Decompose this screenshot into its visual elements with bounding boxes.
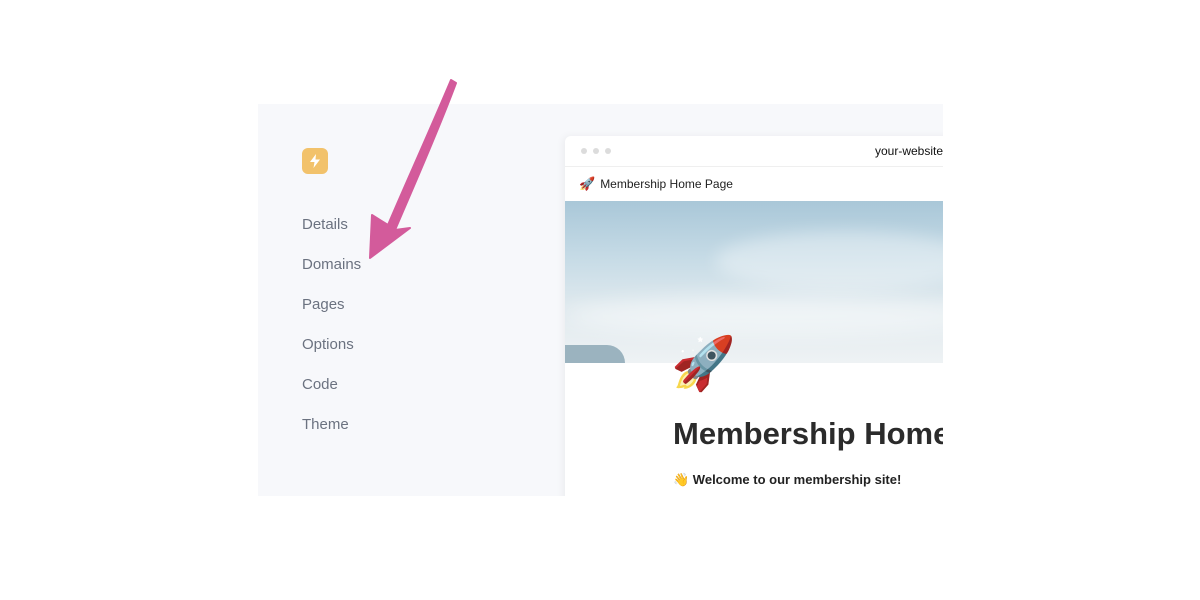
page-title: Membership Home Page	[673, 416, 943, 451]
window-dot	[593, 148, 599, 154]
url-bar: your-website-	[875, 144, 943, 158]
window-controls	[581, 148, 611, 154]
stage: Details Domains Pages Options Code Theme…	[0, 0, 1200, 600]
window-dot	[605, 148, 611, 154]
sidebar-item-code[interactable]: Code	[302, 370, 361, 410]
cloud	[565, 296, 943, 336]
sidebar-nav: Details Domains Pages Options Code Theme	[302, 210, 361, 450]
sidebar-item-options[interactable]: Options	[302, 330, 361, 370]
rocket-icon: 🚀	[579, 176, 596, 191]
sidebar-item-theme[interactable]: Theme	[302, 410, 361, 450]
settings-panel: Details Domains Pages Options Code Theme…	[258, 104, 943, 496]
hill	[565, 345, 625, 363]
sidebar-item-details[interactable]: Details	[302, 210, 361, 250]
sidebar-item-domains[interactable]: Domains	[302, 250, 361, 290]
browser-tab: 🚀 Membership Home Page	[565, 167, 943, 201]
cover-image	[565, 201, 943, 363]
sidebar-item-pages[interactable]: Pages	[302, 290, 361, 330]
app-logo[interactable]	[302, 148, 328, 174]
cloud	[715, 231, 943, 291]
browser-titlebar: your-website-	[565, 136, 943, 167]
lightning-icon	[310, 154, 320, 168]
tab-title: Membership Home Page	[600, 177, 733, 191]
welcome-text: 👋 Welcome to our membership site!	[673, 472, 902, 487]
window-dot	[581, 148, 587, 154]
page-icon: 🚀	[671, 335, 736, 393]
website-preview: your-website- 🚀 Membership Home Page 🚀 M…	[565, 136, 943, 496]
